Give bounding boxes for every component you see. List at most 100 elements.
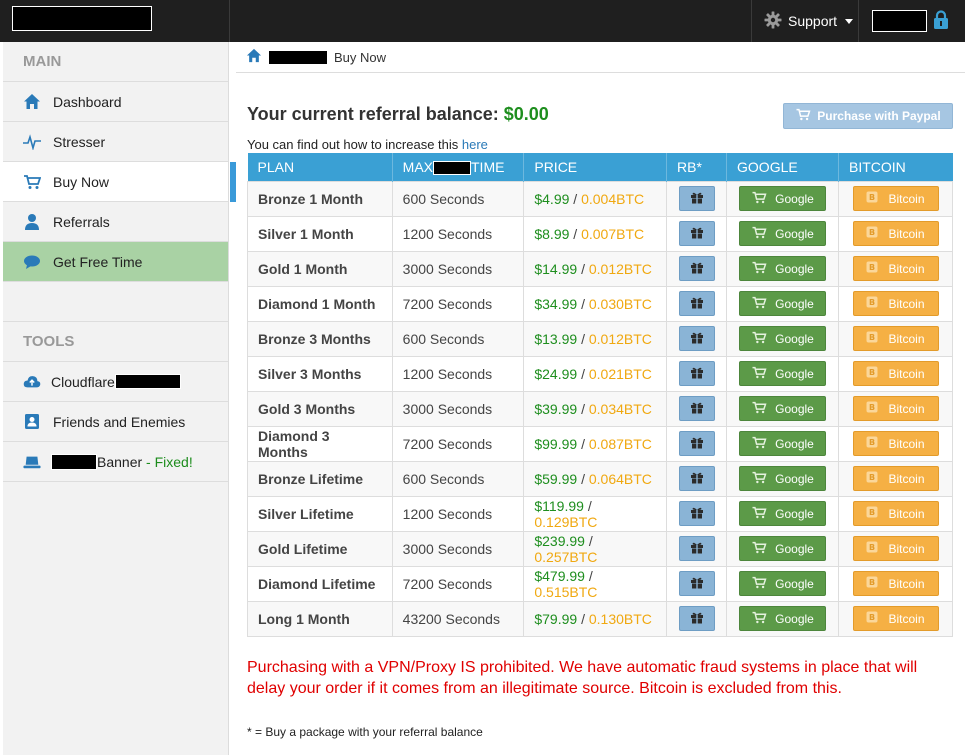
referral-balance-buy-button[interactable] (678, 431, 715, 456)
referral-balance-buy-button[interactable] (678, 326, 715, 351)
google-buy-button[interactable]: Google (739, 326, 827, 351)
svg-text:B: B (869, 473, 875, 482)
plan-name: Gold Lifetime (247, 530, 393, 567)
google-buy-button[interactable]: Google (739, 501, 827, 526)
bitcoin-icon: B (866, 366, 878, 381)
gift-icon (690, 296, 704, 312)
bitcoin-cell: B Bitcoin (838, 250, 953, 287)
col-plan: PLAN (247, 153, 393, 181)
gift-icon (690, 611, 704, 627)
hint-text: You can find out how to increase this (247, 137, 462, 152)
sidebar-item-label: Dashboard (53, 93, 122, 110)
google-buy-button[interactable]: Google (739, 606, 827, 631)
bitcoin-buy-button[interactable]: B Bitcoin (852, 256, 939, 281)
sidebar-item-cloudflare[interactable]: Cloudflare (3, 362, 228, 402)
bitcoin-buy-button[interactable]: B Bitcoin (852, 466, 939, 491)
plan-max-time: 1200 Seconds (391, 495, 525, 532)
sidebar-item-label: Friends and Enemies (53, 413, 186, 430)
user-menu[interactable] (860, 0, 965, 42)
price-separator: / (577, 330, 589, 347)
bitcoin-cell: B Bitcoin (838, 565, 953, 602)
support-dropdown[interactable]: Support (751, 0, 859, 42)
bitcoin-icon: B (866, 541, 878, 556)
google-buy-button[interactable]: Google (739, 256, 827, 281)
referral-balance-buy-button[interactable] (678, 606, 715, 631)
purchase-with-paypal-button[interactable]: Purchase with Paypal (783, 103, 953, 129)
google-buy-button[interactable]: Google (739, 536, 827, 561)
sidebar-item-referrals[interactable]: Referrals (3, 202, 228, 242)
price-usd: $239.99 (534, 532, 585, 549)
sidebar-item-friends-and-enemies[interactable]: Friends and Enemies (3, 402, 228, 442)
breadcrumb-current: Buy Now (334, 49, 387, 65)
referral-balance-buy-button[interactable] (678, 221, 715, 246)
sidebar-item-dashboard[interactable]: Dashboard (3, 82, 228, 122)
bitcoin-buy-button[interactable]: B Bitcoin (852, 221, 939, 246)
google-button-label: Google (775, 576, 814, 591)
plan-max-time: 3000 Seconds (391, 530, 525, 567)
google-buy-button[interactable]: Google (739, 431, 827, 456)
plan-max-time: 7200 Seconds (391, 425, 525, 462)
google-buy-button[interactable]: Google (739, 291, 827, 316)
cart-icon (751, 331, 767, 347)
bitcoin-buy-button[interactable]: B Bitcoin (852, 431, 939, 456)
bitcoin-buy-button[interactable]: B Bitcoin (852, 396, 939, 421)
price-separator: / (577, 400, 589, 417)
google-buy-button[interactable]: Google (739, 221, 827, 246)
home-icon[interactable] (246, 48, 262, 66)
sidebar-item-label: Get Free Time (53, 253, 143, 270)
sidebar-item-stresser[interactable]: Stresser (3, 122, 228, 162)
bitcoin-buy-button[interactable]: B Bitcoin (852, 606, 939, 631)
bitcoin-button-label: Bitcoin (888, 436, 925, 451)
price-separator: / (569, 190, 582, 207)
here-link[interactable]: here (462, 137, 488, 152)
plan-max-time: 3000 Seconds (391, 250, 525, 287)
bitcoin-buy-button[interactable]: B Bitcoin (852, 571, 939, 596)
plan-max-time: 600 Seconds (391, 320, 525, 357)
plan-name: Silver 3 Months (247, 355, 393, 392)
google-button-label: Google (775, 436, 814, 451)
plan-max-time: 1200 Seconds (391, 355, 525, 392)
cart-icon (751, 436, 767, 452)
referral-balance-buy-button[interactable] (678, 291, 715, 316)
svg-text:B: B (869, 333, 875, 342)
svg-text:B: B (869, 613, 875, 622)
price-usd: $14.99 (534, 260, 578, 277)
referral-balance-buy-button[interactable] (678, 361, 715, 386)
rb-cell (666, 250, 728, 287)
bitcoin-button-label: Bitcoin (888, 226, 925, 241)
referral-balance-buy-button[interactable] (678, 396, 715, 421)
google-buy-button[interactable]: Google (739, 571, 827, 596)
bitcoin-buy-button[interactable]: B Bitcoin (852, 186, 939, 211)
plan-name: Diamond Lifetime (247, 565, 393, 602)
google-buy-button[interactable]: Google (739, 186, 827, 211)
bitcoin-buy-button[interactable]: B Bitcoin (852, 536, 939, 561)
referral-balance-buy-button[interactable] (678, 186, 715, 211)
referral-balance-buy-button[interactable] (678, 571, 715, 596)
referral-balance-buy-button[interactable] (678, 536, 715, 561)
redacted-breadcrumb[interactable] (268, 49, 328, 65)
referral-balance-buy-button[interactable] (678, 466, 715, 491)
bitcoin-buy-button[interactable]: B Bitcoin (852, 501, 939, 526)
rb-cell (666, 355, 728, 392)
bitcoin-cell: B Bitcoin (838, 460, 953, 497)
referral-hint: You can find out how to increase this he… (247, 137, 488, 152)
sidebar-item-label: Buy Now (53, 173, 110, 190)
google-buy-button[interactable]: Google (739, 466, 827, 491)
google-buy-button[interactable]: Google (739, 361, 827, 386)
price-separator: / (577, 260, 589, 277)
sidebar-item-get-free-time[interactable]: Get Free Time (3, 242, 228, 282)
sidebar-item-banner[interactable]: Banner - Fixed! (3, 442, 228, 482)
pulse-icon (23, 133, 41, 151)
referral-balance-buy-button[interactable] (678, 256, 715, 281)
bitcoin-buy-button[interactable]: B Bitcoin (852, 326, 939, 351)
google-buy-button[interactable]: Google (739, 396, 827, 421)
gift-icon (690, 331, 704, 347)
price-btc: 0.064BTC (588, 470, 652, 487)
sidebar-item-buy-now[interactable]: Buy Now (3, 162, 236, 202)
bitcoin-buy-button[interactable]: B Bitcoin (852, 291, 939, 316)
cart-icon (751, 471, 767, 487)
bitcoin-buy-button[interactable]: B Bitcoin (852, 361, 939, 386)
redacted-header-text (433, 160, 471, 175)
rb-cell (666, 215, 728, 252)
referral-balance-buy-button[interactable] (678, 501, 715, 526)
